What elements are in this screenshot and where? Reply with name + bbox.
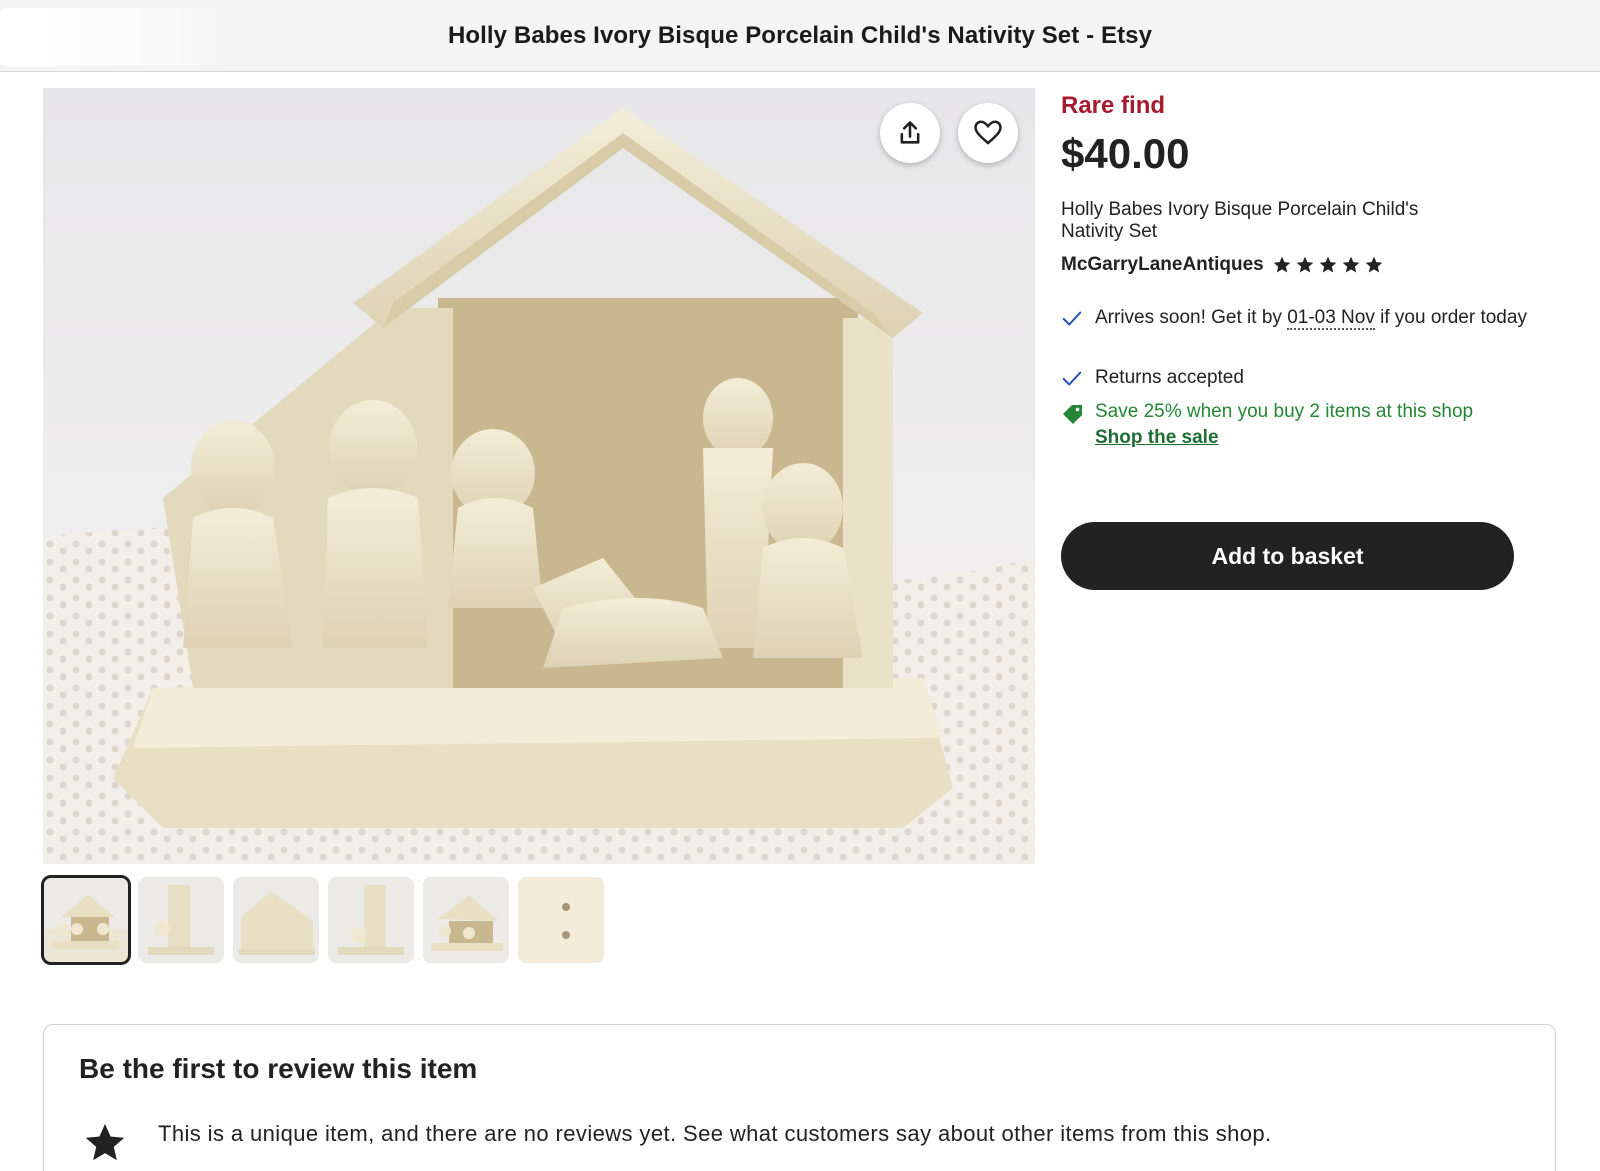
shop-name-link[interactable]: McGarryLaneAntiques	[1061, 254, 1264, 276]
nativity-base-thumb	[518, 877, 604, 963]
share-button[interactable]	[880, 103, 940, 163]
star-icon	[1365, 256, 1383, 273]
arrival-date[interactable]: 01-03 Nov	[1287, 307, 1375, 330]
favorite-button[interactable]	[958, 103, 1018, 163]
reviews-message: This is a unique item, and there are no …	[158, 1121, 1272, 1146]
rare-find-badge: Rare find	[1061, 92, 1166, 119]
main-product-image[interactable]	[43, 88, 1035, 864]
star-icon	[82, 1120, 128, 1171]
sale-text: Save 25% when you buy 2 items at this sh…	[1095, 401, 1474, 422]
sale-text-block: Save 25% when you buy 2 items at this sh…	[1095, 399, 1473, 451]
star-icon	[1342, 256, 1360, 273]
check-icon	[1061, 305, 1085, 335]
returns-perk: Returns accepted	[1061, 365, 1244, 395]
nativity-side2-thumb	[328, 877, 414, 963]
nativity-front-thumb	[43, 877, 129, 963]
nativity-photo	[43, 88, 1035, 864]
thumbnail-strip	[41, 875, 604, 965]
nativity-angle-thumb	[423, 877, 509, 963]
price: $40.00	[1061, 130, 1190, 177]
sale-perk: Save 25% when you buy 2 items at this sh…	[1061, 399, 1473, 451]
arrival-prefix: Arrives soon! Get it by	[1095, 307, 1288, 328]
star-icon	[1296, 256, 1314, 273]
reviews-panel: Be the first to review this item This is…	[43, 1024, 1556, 1171]
thumbnail-5[interactable]	[423, 877, 509, 963]
thumbnail-3[interactable]	[233, 877, 319, 963]
reviews-heading: Be the first to review this item	[79, 1053, 478, 1084]
star-icon	[1319, 256, 1337, 273]
thumbnail-6[interactable]	[518, 877, 604, 963]
window-titlebar: Holly Babes Ivory Bisque Porcelain Child…	[0, 0, 1600, 72]
add-to-basket-button[interactable]: Add to basket	[1061, 522, 1514, 590]
tag-icon	[1061, 399, 1085, 451]
nativity-side-thumb	[138, 877, 224, 963]
shop-row: McGarryLaneAntiques	[1061, 254, 1384, 276]
returns-text: Returns accepted	[1095, 367, 1244, 388]
rating-stars[interactable]	[1272, 255, 1384, 275]
arrival-perk: Arrives soon! Get it by 01-03 Nov if you…	[1061, 305, 1531, 335]
product-title: Holly Babes Ivory Bisque Porcelain Child…	[1061, 199, 1419, 242]
heart-icon	[974, 120, 1002, 145]
arrival-suffix: if you order today	[1374, 307, 1527, 328]
arrival-text: Arrives soon! Get it by 01-03 Nov if you…	[1095, 305, 1527, 335]
check-icon	[1061, 365, 1085, 395]
star-icon	[1273, 256, 1291, 273]
window-title: Holly Babes Ivory Bisque Porcelain Child…	[447, 21, 1153, 49]
thumbnail-4[interactable]	[328, 877, 414, 963]
nativity-back-thumb	[233, 877, 319, 963]
thumbnail-1[interactable]	[41, 875, 131, 965]
blurred-logo	[0, 8, 232, 66]
shop-the-sale-link[interactable]: Shop the sale	[1095, 425, 1473, 451]
thumbnail-2[interactable]	[138, 877, 224, 963]
share-icon	[900, 121, 920, 144]
